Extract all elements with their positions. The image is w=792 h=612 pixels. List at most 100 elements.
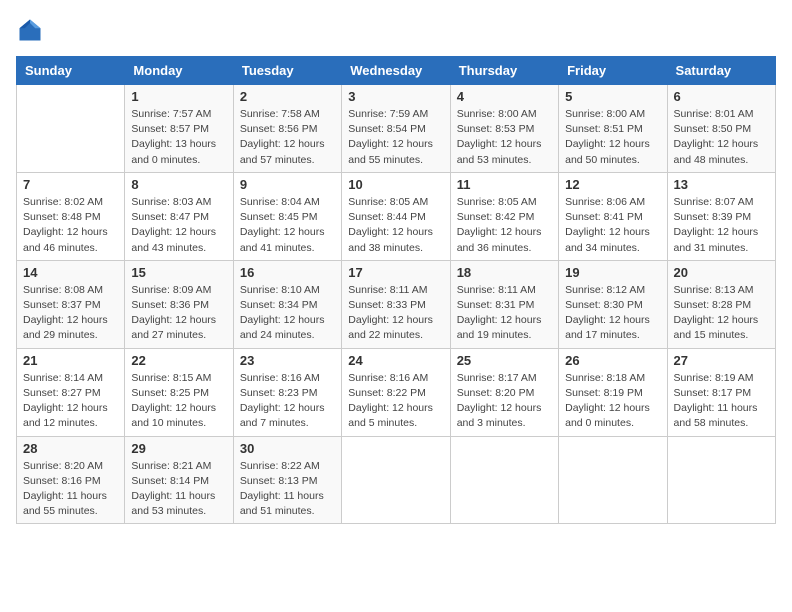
calendar-cell: 18 Sunrise: 8:11 AMSunset: 8:31 PMDayligh… [450, 260, 558, 348]
header-day-tuesday: Tuesday [233, 57, 341, 85]
day-info: Sunrise: 8:12 AMSunset: 8:30 PMDaylight:… [565, 283, 660, 344]
day-number: 13 [674, 177, 769, 192]
logo [16, 16, 48, 44]
calendar-cell: 30 Sunrise: 8:22 AMSunset: 8:13 PMDayligh… [233, 436, 341, 524]
header-day-saturday: Saturday [667, 57, 775, 85]
header-day-thursday: Thursday [450, 57, 558, 85]
calendar-cell [17, 85, 125, 173]
header-day-wednesday: Wednesday [342, 57, 450, 85]
day-info: Sunrise: 8:19 AMSunset: 8:17 PMDaylight:… [674, 371, 769, 432]
day-number: 16 [240, 265, 335, 280]
calendar-cell: 20Sunrise: 8:13 AMSunset: 8:28 PMDayligh… [667, 260, 775, 348]
calendar-header: SundayMondayTuesdayWednesdayThursdayFrid… [17, 57, 776, 85]
calendar-cell: 24 Sunrise: 8:16 AMSunset: 8:22 PMDayligh… [342, 348, 450, 436]
calendar-table: SundayMondayTuesdayWednesdayThursdayFrid… [16, 56, 776, 524]
day-info: Sunrise: 8:11 AMSunset: 8:31 PMDaylight:… [457, 283, 552, 344]
header-day-monday: Monday [125, 57, 233, 85]
day-number: 26 [565, 353, 660, 368]
calendar-cell: 9Sunrise: 8:04 AMSunset: 8:45 PMDaylight… [233, 172, 341, 260]
day-info: Sunrise: 7:58 AMSunset: 8:56 PMDaylight:… [240, 107, 335, 168]
day-info: Sunrise: 7:59 AMSunset: 8:54 PMDaylight:… [348, 107, 443, 168]
day-info: Sunrise: 8:15 AMSunset: 8:25 PMDaylight:… [131, 371, 226, 432]
calendar-cell: 1 Sunrise: 7:57 AMSunset: 8:57 PMDaylight… [125, 85, 233, 173]
calendar-cell: 25Sunrise: 8:17 AMSunset: 8:20 PMDayligh… [450, 348, 558, 436]
day-info: Sunrise: 8:14 AMSunset: 8:27 PMDaylight:… [23, 371, 118, 432]
calendar-cell: 6 Sunrise: 8:01 AMSunset: 8:50 PMDaylight… [667, 85, 775, 173]
day-number: 12 [565, 177, 660, 192]
day-info: Sunrise: 8:08 AMSunset: 8:37 PMDaylight:… [23, 283, 118, 344]
day-info: Sunrise: 7:57 AMSunset: 8:57 PMDaylight:… [131, 107, 226, 168]
day-number: 5 [565, 89, 660, 104]
day-number: 19 [565, 265, 660, 280]
week-row-2: 7Sunrise: 8:02 AMSunset: 8:48 PMDaylight… [17, 172, 776, 260]
page-header [16, 16, 776, 44]
day-number: 29 [131, 441, 226, 456]
calendar-cell: 15 Sunrise: 8:09 AMSunset: 8:36 PMDayligh… [125, 260, 233, 348]
day-number: 30 [240, 441, 335, 456]
week-row-3: 14 Sunrise: 8:08 AMSunset: 8:37 PMDayligh… [17, 260, 776, 348]
day-info: Sunrise: 8:16 AMSunset: 8:22 PMDaylight:… [348, 371, 443, 432]
day-info: Sunrise: 8:09 AMSunset: 8:36 PMDaylight:… [131, 283, 226, 344]
day-info: Sunrise: 8:00 AMSunset: 8:51 PMDaylight:… [565, 107, 660, 168]
week-row-4: 21 Sunrise: 8:14 AMSunset: 8:27 PMDayligh… [17, 348, 776, 436]
calendar-cell: 5 Sunrise: 8:00 AMSunset: 8:51 PMDaylight… [559, 85, 667, 173]
day-number: 6 [674, 89, 769, 104]
header-day-sunday: Sunday [17, 57, 125, 85]
header-day-friday: Friday [559, 57, 667, 85]
day-number: 17 [348, 265, 443, 280]
calendar-cell: 11 Sunrise: 8:05 AMSunset: 8:42 PMDayligh… [450, 172, 558, 260]
calendar-cell: 10Sunrise: 8:05 AMSunset: 8:44 PMDayligh… [342, 172, 450, 260]
calendar-cell: 16Sunrise: 8:10 AMSunset: 8:34 PMDayligh… [233, 260, 341, 348]
day-number: 1 [131, 89, 226, 104]
day-number: 21 [23, 353, 118, 368]
day-number: 8 [131, 177, 226, 192]
day-number: 20 [674, 265, 769, 280]
day-info: Sunrise: 8:05 AMSunset: 8:44 PMDaylight:… [348, 195, 443, 256]
calendar-cell: 27 Sunrise: 8:19 AMSunset: 8:17 PMDayligh… [667, 348, 775, 436]
calendar-cell [667, 436, 775, 524]
day-info: Sunrise: 8:01 AMSunset: 8:50 PMDaylight:… [674, 107, 769, 168]
logo-icon [16, 16, 44, 44]
calendar-body: 1 Sunrise: 7:57 AMSunset: 8:57 PMDaylight… [17, 85, 776, 524]
day-info: Sunrise: 8:02 AMSunset: 8:48 PMDaylight:… [23, 195, 118, 256]
calendar-cell [559, 436, 667, 524]
day-number: 28 [23, 441, 118, 456]
calendar-cell: 3 Sunrise: 7:59 AMSunset: 8:54 PMDaylight… [342, 85, 450, 173]
day-number: 4 [457, 89, 552, 104]
day-info: Sunrise: 8:16 AMSunset: 8:23 PMDaylight:… [240, 371, 335, 432]
calendar-cell: 28 Sunrise: 8:20 AMSunset: 8:16 PMDayligh… [17, 436, 125, 524]
calendar-cell: 2 Sunrise: 7:58 AMSunset: 8:56 PMDaylight… [233, 85, 341, 173]
day-number: 15 [131, 265, 226, 280]
day-info: Sunrise: 8:18 AMSunset: 8:19 PMDaylight:… [565, 371, 660, 432]
calendar-cell [342, 436, 450, 524]
day-number: 18 [457, 265, 552, 280]
day-number: 11 [457, 177, 552, 192]
calendar-cell: 12Sunrise: 8:06 AMSunset: 8:41 PMDayligh… [559, 172, 667, 260]
header-row: SundayMondayTuesdayWednesdayThursdayFrid… [17, 57, 776, 85]
calendar-cell: 26 Sunrise: 8:18 AMSunset: 8:19 PMDayligh… [559, 348, 667, 436]
day-number: 9 [240, 177, 335, 192]
day-number: 3 [348, 89, 443, 104]
day-info: Sunrise: 8:05 AMSunset: 8:42 PMDaylight:… [457, 195, 552, 256]
day-number: 22 [131, 353, 226, 368]
calendar-cell [450, 436, 558, 524]
day-number: 27 [674, 353, 769, 368]
day-info: Sunrise: 8:03 AMSunset: 8:47 PMDaylight:… [131, 195, 226, 256]
day-number: 14 [23, 265, 118, 280]
day-info: Sunrise: 8:22 AMSunset: 8:13 PMDaylight:… [240, 459, 335, 520]
day-number: 24 [348, 353, 443, 368]
calendar-cell: 14 Sunrise: 8:08 AMSunset: 8:37 PMDayligh… [17, 260, 125, 348]
day-number: 25 [457, 353, 552, 368]
calendar-cell: 21 Sunrise: 8:14 AMSunset: 8:27 PMDayligh… [17, 348, 125, 436]
calendar-cell: 7Sunrise: 8:02 AMSunset: 8:48 PMDaylight… [17, 172, 125, 260]
day-info: Sunrise: 8:20 AMSunset: 8:16 PMDaylight:… [23, 459, 118, 520]
calendar-cell: 23Sunrise: 8:16 AMSunset: 8:23 PMDayligh… [233, 348, 341, 436]
day-info: Sunrise: 8:11 AMSunset: 8:33 PMDaylight:… [348, 283, 443, 344]
calendar-cell: 22 Sunrise: 8:15 AMSunset: 8:25 PMDayligh… [125, 348, 233, 436]
calendar-cell: 4Sunrise: 8:00 AMSunset: 8:53 PMDaylight… [450, 85, 558, 173]
day-number: 2 [240, 89, 335, 104]
week-row-5: 28 Sunrise: 8:20 AMSunset: 8:16 PMDayligh… [17, 436, 776, 524]
week-row-1: 1 Sunrise: 7:57 AMSunset: 8:57 PMDaylight… [17, 85, 776, 173]
calendar-cell: 19 Sunrise: 8:12 AMSunset: 8:30 PMDayligh… [559, 260, 667, 348]
day-info: Sunrise: 8:07 AMSunset: 8:39 PMDaylight:… [674, 195, 769, 256]
